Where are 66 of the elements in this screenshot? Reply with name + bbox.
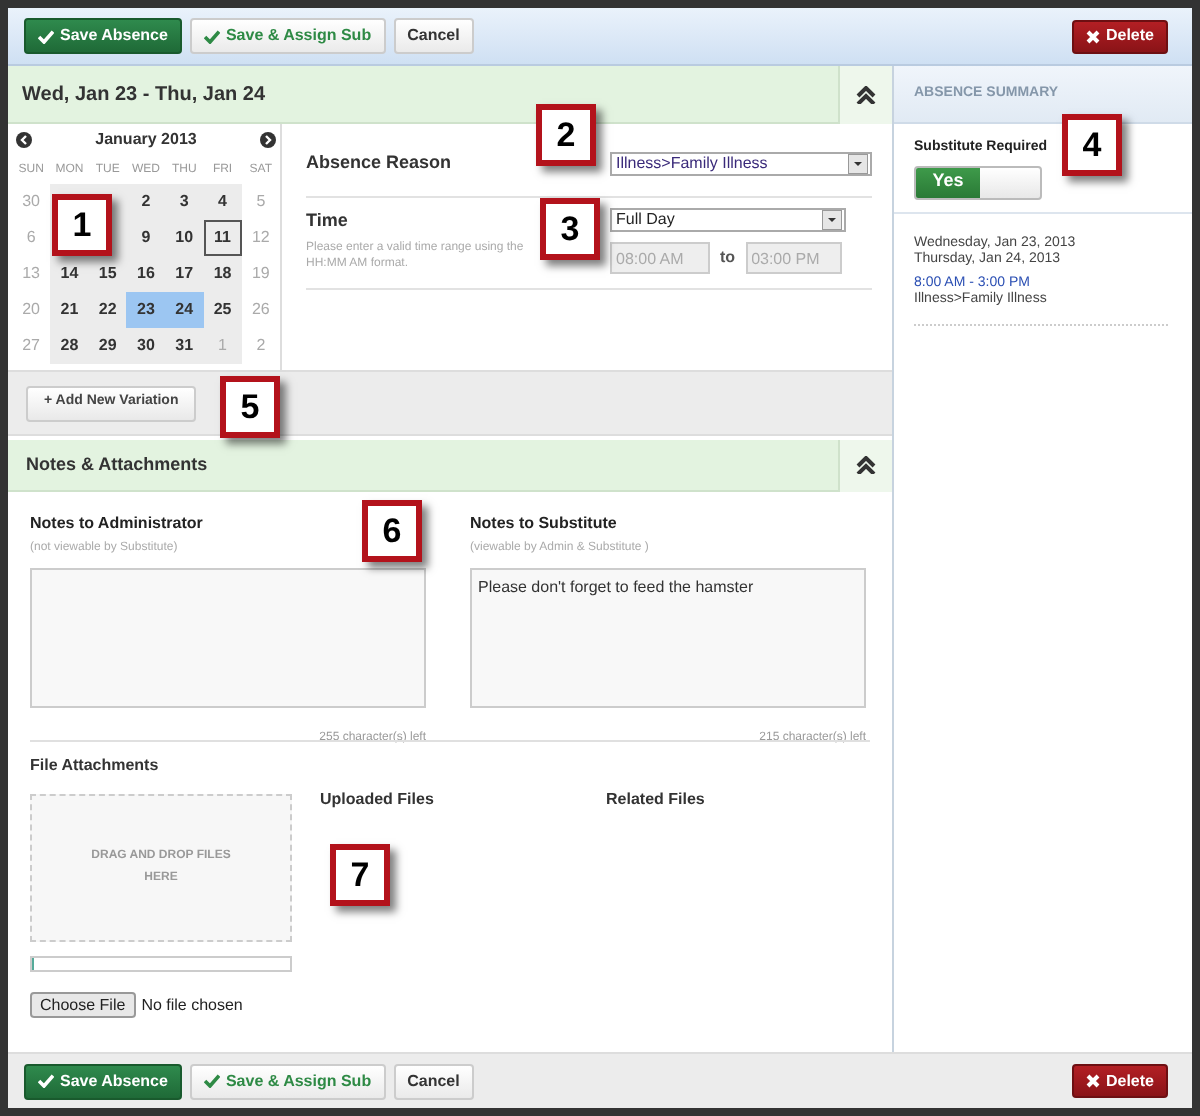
column-title: Uploaded Files [320, 788, 434, 812]
choose-file-button[interactable]: Choose File [30, 992, 136, 1018]
calendar-day[interactable]: 23 [126, 292, 166, 328]
calendar-day[interactable]: 30 [126, 328, 166, 364]
calendar-day[interactable]: 29 [88, 328, 127, 364]
delete-button[interactable]: Delete [1071, 1064, 1168, 1098]
section-title: Notes & Attachments [24, 451, 210, 478]
callout-number: 7 [330, 844, 390, 906]
calendar-day[interactable]: 21 [50, 292, 89, 328]
callout-number: 1 [52, 194, 112, 256]
callout-number: 5 [220, 376, 280, 438]
file-status-text: No file chosen [141, 993, 243, 1017]
callout-number: 2 [536, 104, 596, 166]
save-button[interactable]: Save Absence [24, 1063, 182, 1099]
previous-icon[interactable] [16, 132, 32, 148]
notes-field[interactable] [30, 568, 426, 708]
substitute-toggle[interactable]: Yes [914, 165, 1042, 199]
calendar-day[interactable]: 24 [165, 292, 204, 328]
collapse-button[interactable] [838, 65, 892, 123]
calendar-day[interactable]: 10 [165, 220, 204, 256]
next-icon[interactable] [260, 132, 276, 148]
notes-label: Notes to Administrator [30, 512, 203, 536]
cancel-button[interactable]: Cancel [393, 18, 474, 54]
callout-number: 6 [362, 500, 422, 562]
section-label: File Attachments [30, 754, 161, 778]
notes-field[interactable]: Please don't forget to feed the hamster [470, 568, 866, 708]
chevrons-up-icon [856, 85, 876, 103]
calendar-day[interactable]: 3 [165, 184, 204, 220]
range-separator: to [720, 246, 736, 270]
panel-title: Wed, Jan 23 - Thu, Jan 24 [20, 81, 268, 109]
calendar-day[interactable]: 11 [203, 220, 242, 256]
calendar-day[interactable]: 2 [126, 184, 166, 220]
calendar-day[interactable]: 15 [88, 256, 127, 292]
check-icon [203, 29, 220, 43]
calendar-day[interactable]: 17 [165, 256, 204, 292]
reason-dropdown[interactable]: Illness>Family Illness [610, 152, 872, 176]
chevrons-up-icon [856, 456, 876, 474]
cancel-button[interactable]: Cancel [393, 1063, 474, 1099]
check-icon [38, 1074, 54, 1088]
save-assign-button[interactable]: Save & Assign Sub [189, 18, 386, 54]
callout-number: 3 [540, 198, 600, 260]
field-label: Time [306, 208, 350, 234]
notes-label: Notes to Substitute [470, 512, 617, 536]
calendar-day[interactable]: 4 [203, 184, 242, 220]
calendar-day[interactable]: 28 [50, 328, 89, 364]
dropdown-arrow-icon [822, 210, 842, 230]
close-icon [1085, 29, 1100, 43]
collapse-button[interactable] [838, 439, 892, 491]
calendar-day[interactable]: 31 [165, 328, 204, 364]
dropdown-arrow-icon [848, 154, 868, 174]
delete-button[interactable]: Delete [1071, 19, 1168, 53]
close-icon [1085, 1074, 1100, 1088]
calendar-day[interactable]: 22 [88, 292, 127, 328]
calendar-day[interactable]: 18 [203, 256, 242, 292]
check-icon [38, 29, 54, 43]
column-title: Related Files [606, 788, 705, 812]
calendar-day[interactable]: 14 [50, 256, 89, 292]
field-label: Absence Reason [306, 150, 454, 177]
calendar-day[interactable]: 16 [126, 256, 166, 292]
calendar-day[interactable]: 9 [126, 220, 166, 256]
save-button[interactable]: Save Absence [24, 18, 182, 54]
check-icon [203, 1074, 220, 1088]
save-assign-button[interactable]: Save & Assign Sub [189, 1063, 386, 1099]
calendar-day[interactable]: 25 [203, 292, 242, 328]
callout-number: 4 [1062, 114, 1122, 176]
month-title: January 2013 [93, 128, 199, 152]
